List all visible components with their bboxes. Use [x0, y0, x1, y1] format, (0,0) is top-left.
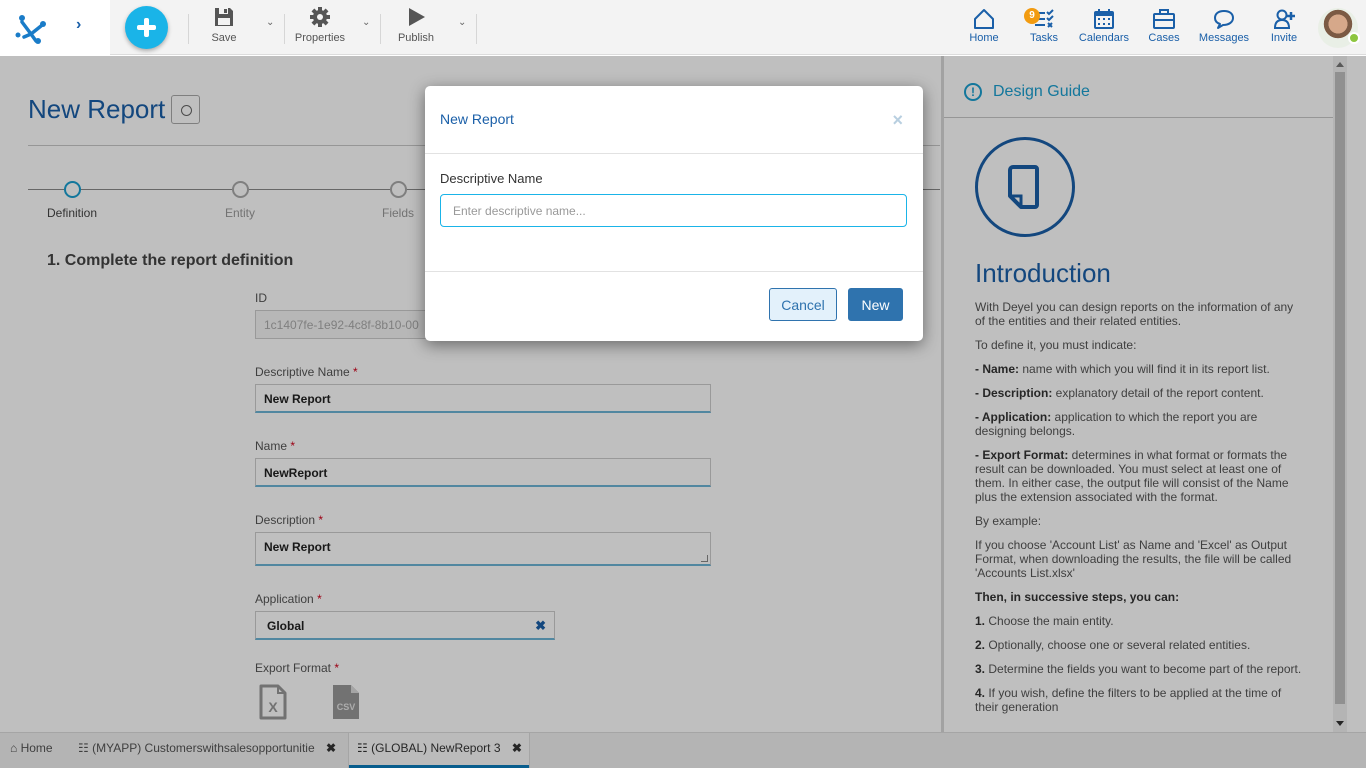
- nav-cases-label: Cases: [1148, 32, 1180, 44]
- nav-calendars[interactable]: Calendars: [1078, 8, 1130, 44]
- add-button[interactable]: [125, 6, 168, 49]
- divider: [425, 271, 923, 272]
- online-status-indicator: [1348, 32, 1360, 44]
- divider: [380, 14, 381, 44]
- save-button[interactable]: Save: [210, 6, 238, 44]
- deyel-logo[interactable]: [14, 10, 48, 44]
- nav-home-label: Home: [969, 32, 999, 44]
- publish-label: Publish: [397, 32, 435, 44]
- top-toolbar: › Save ⌄ Properties ⌄ Publish ⌄ Home 9 T…: [0, 0, 1366, 55]
- play-icon: [409, 8, 425, 26]
- properties-button[interactable]: Properties: [294, 6, 346, 44]
- logo-area: ›: [0, 0, 110, 55]
- new-button[interactable]: New: [848, 288, 903, 321]
- properties-label: Properties: [294, 32, 346, 44]
- chevron-right-icon[interactable]: ›: [76, 16, 81, 34]
- divider: [476, 14, 477, 44]
- descriptive-name-input[interactable]: [440, 194, 907, 227]
- nav-calendars-label: Calendars: [1078, 32, 1130, 44]
- properties-dropdown-caret[interactable]: ⌄: [362, 17, 370, 28]
- nav-home[interactable]: Home: [968, 8, 1000, 44]
- publish-dropdown-caret[interactable]: ⌄: [458, 17, 466, 28]
- descriptive-name-label: Descriptive Name: [440, 171, 543, 186]
- publish-button[interactable]: Publish: [397, 6, 435, 44]
- nav-invite-label: Invite: [1270, 32, 1298, 44]
- new-report-dialog: New Report × Descriptive Name Cancel New: [425, 86, 923, 341]
- nav-messages[interactable]: Messages: [1196, 8, 1252, 44]
- home-icon: [974, 9, 994, 29]
- save-dropdown-caret[interactable]: ⌄: [266, 17, 274, 28]
- chat-icon: [1214, 10, 1234, 29]
- save-icon: [215, 8, 233, 26]
- nav-tasks-label: Tasks: [1029, 32, 1059, 44]
- close-icon[interactable]: ×: [892, 110, 903, 131]
- nav-invite[interactable]: Invite: [1268, 8, 1300, 44]
- calendar-icon: [1094, 9, 1114, 29]
- divider: [284, 14, 285, 44]
- divider: [425, 153, 923, 154]
- tasks-badge: 9: [1024, 8, 1040, 24]
- save-label: Save: [211, 32, 237, 44]
- gear-icon: [310, 7, 330, 27]
- user-plus-icon: [1273, 9, 1295, 29]
- nav-messages-label: Messages: [1198, 32, 1250, 44]
- divider: [188, 14, 189, 44]
- cancel-button[interactable]: Cancel: [769, 288, 837, 321]
- nav-cases[interactable]: Cases: [1146, 8, 1182, 44]
- briefcase-icon: [1153, 9, 1175, 29]
- dialog-title: New Report: [440, 111, 514, 127]
